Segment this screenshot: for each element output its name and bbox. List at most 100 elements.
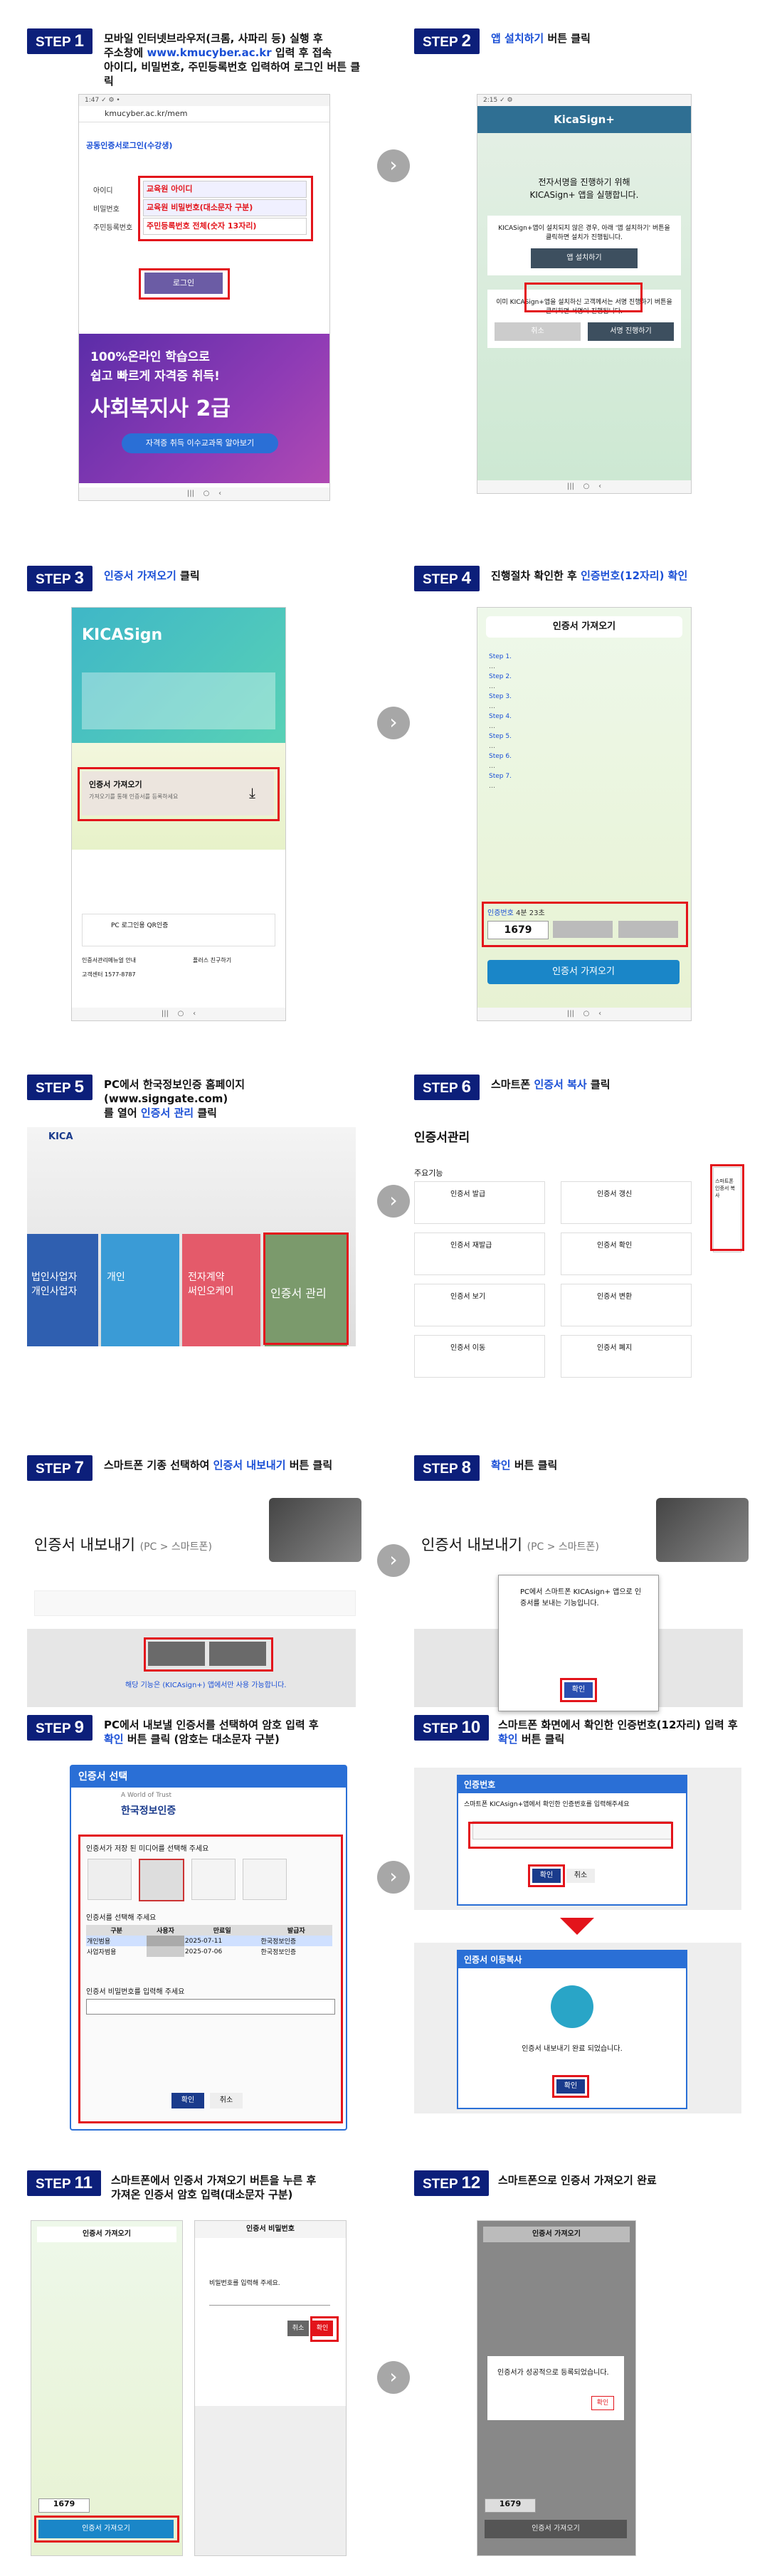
manual-link[interactable]: 인증서관리메뉴얼 안내 bbox=[82, 956, 136, 964]
tile-econtract[interactable]: 전자계약 써인오케이 bbox=[182, 1234, 260, 1346]
step-badge: STEP 10 bbox=[414, 1715, 490, 1741]
highlight bbox=[710, 1164, 744, 1251]
media-phone[interactable] bbox=[243, 1859, 287, 1900]
screenshot-code: 인증서 가져오기 Step 1.… Step 2.… Step 3.… Step… bbox=[477, 607, 692, 1021]
ok-button[interactable]: 확인 bbox=[591, 2396, 614, 2410]
install-box: KICASign+앱이 설치되지 않은 경우, 아래 '앱 설치하기' 버튼을 … bbox=[487, 216, 681, 275]
phone-image bbox=[269, 1498, 361, 1562]
cancel-button[interactable]: 취소 bbox=[566, 1869, 595, 1883]
step-8: STEP 8 확인 버튼 클릭 인증서 내보내기 (PC > 스마트폰) PC에… bbox=[414, 1455, 756, 1711]
highlight bbox=[78, 767, 280, 821]
media-hdd[interactable] bbox=[88, 1859, 132, 1900]
cancel-button[interactable]: 취소 bbox=[287, 2321, 309, 2336]
highlight bbox=[310, 2316, 339, 2342]
highlight bbox=[138, 176, 313, 241]
step-badge: STEP 4 bbox=[414, 566, 480, 591]
kicasign-logo: KICASign bbox=[82, 626, 163, 644]
feature-item[interactable]: 인증서 보기 bbox=[414, 1284, 545, 1326]
tile-personal[interactable]: 개인 bbox=[101, 1234, 179, 1346]
feature-item[interactable]: 인증서 변환 bbox=[561, 1284, 692, 1326]
next-arrow: › bbox=[377, 1185, 410, 1218]
install-app-button[interactable]: 앱 설치하기 bbox=[531, 248, 638, 268]
app-header: KicaSign+ bbox=[477, 106, 691, 133]
media-removable[interactable] bbox=[139, 1859, 184, 1901]
tile-business[interactable]: 법인사업자 개인사업자 bbox=[27, 1234, 98, 1346]
ok-button[interactable]: 확인 bbox=[171, 2093, 204, 2108]
step-11: STEP 11 스마트폰에서 인증서 가져오기 버튼을 누른 후 가져온 인증서… bbox=[27, 2170, 369, 2569]
move-dialog: 인증서 이동복사 인증서 내보내기 완료 되었습니다. 확인 bbox=[457, 1950, 687, 2109]
step-7: STEP 7 스마트폰 기종 선택하여 인증서 내보내기 버튼 클릭 인증서 내… bbox=[27, 1455, 369, 1711]
step-4: STEP 4 진행절차 확인한 후 인증번호(12자리) 확인 인증서 가져오기… bbox=[414, 566, 756, 1035]
step-description: 스마트폰으로 인증서 가져오기 완료 bbox=[498, 2174, 657, 2187]
password-input[interactable] bbox=[209, 2292, 330, 2306]
android-navbar[interactable]: ||| ○ ‹ bbox=[477, 480, 691, 493]
highlight bbox=[144, 1637, 273, 1672]
selection-panel: 인증서가 저장 된 미디어를 선택해 주세요 인증서를 선택해 주세요 구분 사용… bbox=[78, 1835, 343, 2123]
android-navbar[interactable]: ||| ○ ‹ bbox=[477, 1008, 691, 1020]
step-description: 인증서 가져오기 클릭 bbox=[104, 569, 200, 582]
step-12: STEP 12 스마트폰으로 인증서 가져오기 완료 인증서 가져오기 인증서가… bbox=[414, 2170, 756, 2569]
android-navbar[interactable]: ||| ○ ‹ bbox=[79, 487, 329, 500]
phone-image bbox=[656, 1498, 749, 1562]
plus-friend-link[interactable]: 플러스 친구하기 bbox=[193, 956, 231, 964]
step-description: 모바일 인터넷브라우저(크롬, 사파리 등) 실행 후 주소창에 www.kmu… bbox=[104, 32, 361, 88]
confirm-popup: PC에서 스마트폰 KICAsign+ 앱으로 인증서를 보내는 기능입니다. … bbox=[498, 1575, 659, 1711]
feature-item[interactable]: 인증서 이동 bbox=[414, 1335, 545, 1378]
section-title: 주요기능 bbox=[414, 1168, 443, 1178]
password-input[interactable] bbox=[86, 1999, 335, 2015]
notice-box bbox=[34, 1590, 356, 1616]
android-navbar[interactable]: ||| ○ ‹ bbox=[72, 1008, 285, 1020]
table-row[interactable]: 개인범용 2025-07-11 한국정보인증 bbox=[86, 1936, 332, 1946]
step-description: PC에서 한국정보인증 홈페이지(www.signgate.com) 를 열어 … bbox=[104, 1078, 245, 1119]
step-description: 앱 설치하기 버튼 클릭 bbox=[491, 32, 591, 45]
feature-item[interactable]: 인증서 갱신 bbox=[561, 1181, 692, 1224]
dialog-title: 인증서 선택 bbox=[71, 1766, 346, 1788]
sign-button[interactable]: 서명 진행하기 bbox=[588, 322, 674, 341]
feature-item[interactable]: 인증서 확인 bbox=[561, 1232, 692, 1275]
feature-item[interactable]: 인증서 폐지 bbox=[561, 1335, 692, 1378]
highlight bbox=[34, 2516, 179, 2543]
screenshot-install: 2:15 ✓ ⚙ KicaSign+ 전자서명을 진행하기 위해 KICASign… bbox=[477, 94, 692, 494]
import-button[interactable]: 인증서 가져오기 bbox=[485, 2520, 627, 2538]
media-token[interactable] bbox=[191, 1859, 236, 1900]
step-10: STEP 10 스마트폰 화면에서 확인한 인증번호(12자리) 입력 후 확인… bbox=[414, 1715, 756, 2156]
next-arrow: › bbox=[377, 1861, 410, 1894]
certificate-card bbox=[82, 672, 275, 729]
down-arrow-icon bbox=[560, 1918, 594, 1935]
page-title: 인증서 가져오기 bbox=[486, 616, 682, 638]
screenshot-import: 인증서 가져오기 1679 인증서 가져오기 bbox=[31, 2220, 183, 2556]
page-title: 인증서 내보내기 (PC > 스마트폰) bbox=[421, 1536, 599, 1553]
brand: 한국정보인증 bbox=[121, 1805, 176, 1817]
step-badge: STEP 6 bbox=[414, 1075, 480, 1100]
next-arrow: › bbox=[377, 1544, 410, 1577]
banner[interactable]: 100%온라인 학습으로 쉽고 빠르게 자격증 취득! 사회복지사 2급 자격증… bbox=[79, 334, 329, 483]
step-5: STEP 5 PC에서 한국정보인증 홈페이지(www.signgate.com… bbox=[27, 1075, 369, 1359]
step-3: STEP 3 인증서 가져오기 클릭 KICASign 인증서 가져오기 가져오… bbox=[27, 566, 369, 1035]
step-description: 스마트폰 기종 선택하여 인증서 내보내기 버튼 클릭 bbox=[104, 1459, 333, 1472]
cancel-button[interactable]: 취소 bbox=[210, 2093, 243, 2108]
step-badge: STEP 9 bbox=[27, 1715, 93, 1741]
feature-item[interactable]: 인증서 재발급 bbox=[414, 1232, 545, 1275]
highlight bbox=[139, 268, 230, 300]
login-title: 공동인증서로그인(수강생) bbox=[86, 141, 173, 150]
next-arrow: › bbox=[377, 149, 410, 182]
cancel-button[interactable]: 취소 bbox=[495, 322, 581, 341]
success-dialog: 인증서가 성공적으로 등록되었습니다. 확인 bbox=[487, 2356, 624, 2420]
highlight bbox=[524, 283, 643, 312]
banner-button[interactable]: 자격증 취득 이수교과목 알아보기 bbox=[122, 433, 278, 453]
code-dialog: 인증번호 스마트폰 KICAsign+앱에서 확인한 인증번호를 입력해주세요 … bbox=[457, 1775, 687, 1906]
screenshot-kicasign: KICASign 인증서 가져오기 가져오기를 통해 인증서를 등록하세요 ⤓ … bbox=[71, 607, 286, 1021]
step-description: 스마트폰 화면에서 확인한 인증번호(12자리) 입력 후 확인 버튼 클릭 bbox=[498, 1719, 738, 1746]
highlight bbox=[528, 1864, 565, 1887]
table-row[interactable]: 사업자범용 2025-07-06 한국정보인증 bbox=[86, 1946, 332, 1957]
highlight bbox=[482, 902, 688, 947]
feature-item[interactable]: 인증서 발급 bbox=[414, 1181, 545, 1224]
qr-login[interactable]: PC 로그인용 QR인증 bbox=[82, 914, 275, 946]
cert-select-dialog: 인증서 선택 A World of Trust 한국정보인증 인증서가 저장 된… bbox=[70, 1765, 347, 2131]
address-bar[interactable]: kmucyber.ac.kr/mem bbox=[79, 106, 329, 122]
export-panel: 해당 기능은 (KICAsign+) 앱에서만 사용 가능합니다. bbox=[27, 1629, 356, 1707]
step-description: 확인 버튼 클릭 bbox=[491, 1459, 558, 1472]
keyboard[interactable] bbox=[195, 2406, 346, 2555]
import-button[interactable]: 인증서 가져오기 bbox=[487, 960, 680, 984]
step-badge: STEP 11 bbox=[27, 2170, 101, 2196]
